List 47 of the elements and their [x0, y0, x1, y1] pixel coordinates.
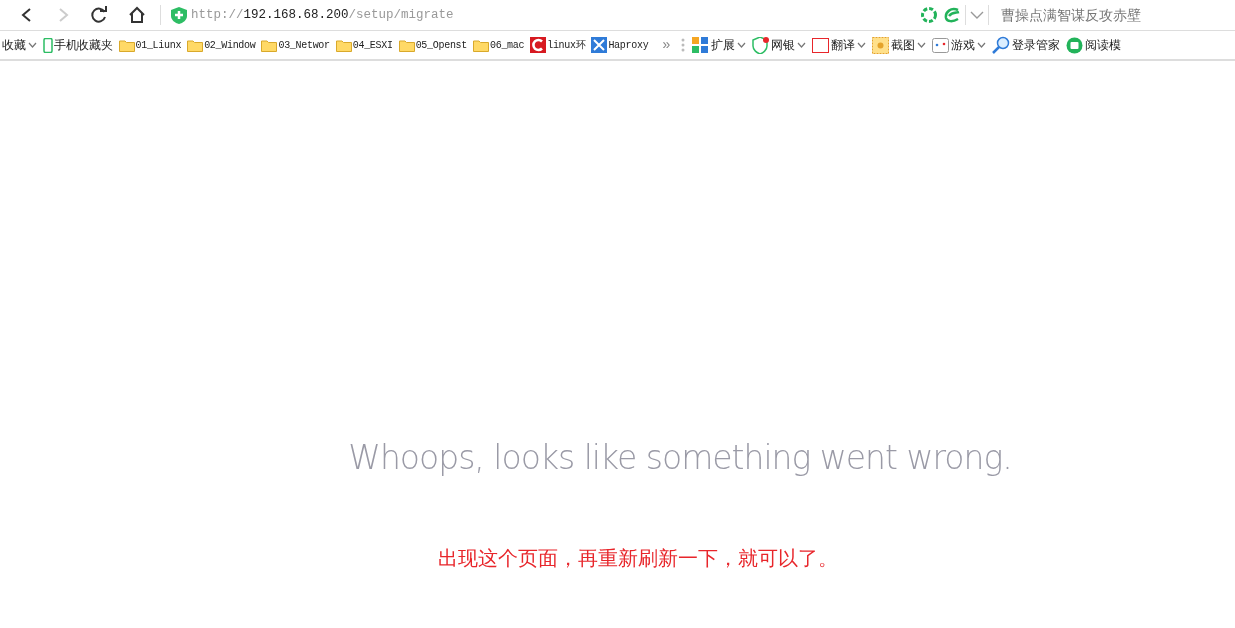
url-text[interactable]: http://192.168.68.200/setup/migrate: [191, 5, 454, 25]
chevron-down-icon: [917, 42, 927, 48]
chevron-down-icon: [857, 42, 867, 48]
shield-icon: [171, 6, 187, 24]
folder-icon: [398, 38, 415, 52]
bookmark-link[interactable]: 04_ESXI: [332, 37, 396, 53]
chevron-down-icon: [28, 42, 37, 48]
magnifier-icon: [992, 36, 1011, 54]
folder-icon: [261, 38, 278, 52]
x-logo-icon: [591, 37, 608, 53]
toolbar-menu-button[interactable]: 阅读模: [1063, 36, 1125, 54]
folder-icon: [118, 38, 135, 52]
toolbar-menu-button[interactable]: 网银: [749, 36, 810, 54]
shield-icon: [752, 36, 770, 54]
bookmark-link[interactable]: 手机收藏夹: [40, 36, 116, 54]
phone-icon: [43, 37, 53, 53]
bookmark-link[interactable]: 05_Openst: [395, 37, 470, 53]
folder-icon: [335, 38, 352, 52]
bookmark-link[interactable]: 02_Window: [184, 37, 259, 53]
bookmark-link[interactable]: 06_mac: [470, 37, 528, 53]
bookmark-link[interactable]: linux环: [527, 37, 589, 53]
more-bookmarks-button[interactable]: »: [659, 34, 674, 56]
home-icon: [128, 6, 146, 24]
toolbar-menu-button[interactable]: 游戏: [929, 36, 990, 54]
chevron-down-icon: [977, 42, 987, 48]
annotation-text: 出现这个页面，再重新刷新一下，就可以了。: [437, 544, 838, 572]
bookmark-link[interactable]: 01_Liunx: [115, 37, 185, 53]
folder-icon: [187, 38, 204, 52]
toolbar-menu-button[interactable]: 扩展: [689, 36, 750, 54]
c-logo-icon: [530, 37, 547, 53]
drag-handle-icon: [681, 38, 686, 52]
chevron-down-icon: [970, 10, 984, 20]
chevron-down-icon: [797, 42, 807, 48]
speed-icon: [943, 7, 961, 23]
grid-icon: [692, 36, 710, 54]
sync-icon: [921, 7, 937, 23]
favorites-button[interactable]: 收藏: [0, 36, 40, 54]
chevron-down-icon: [737, 42, 747, 48]
bookmark-link[interactable]: Haproxy: [588, 37, 652, 53]
folder-icon: [473, 38, 489, 52]
toolbar-menu-button[interactable]: 登录管家: [989, 36, 1064, 54]
toolbar-menu-button[interactable]: 翻译: [809, 36, 870, 54]
toolbar-menu-button[interactable]: 截图: [869, 36, 930, 54]
reload-icon: [90, 6, 108, 24]
bookmark-link[interactable]: 03_Networ: [258, 37, 333, 53]
gamepad-icon: [932, 37, 950, 53]
error-heading: Whoops, looks like something went wrong.: [348, 437, 1012, 479]
